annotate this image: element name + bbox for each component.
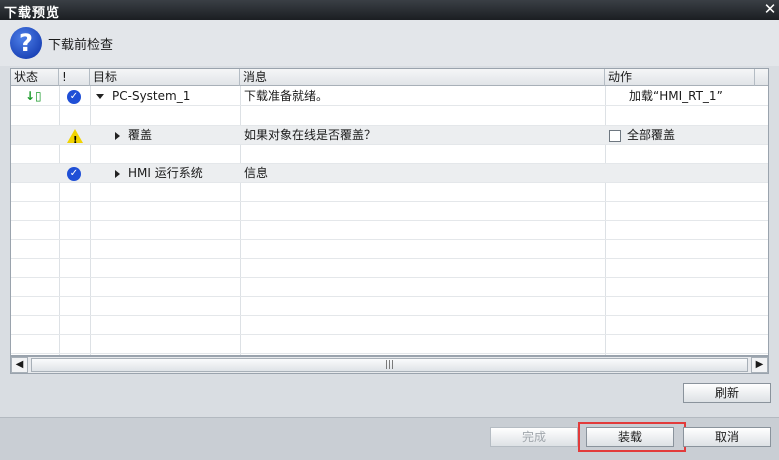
scroll-left-icon[interactable]: ◀ (11, 357, 28, 373)
column-header-alert[interactable]: ! (59, 69, 90, 86)
chevron-down-icon[interactable] (96, 94, 104, 99)
chevron-right-icon[interactable] (115, 169, 120, 178)
title-bar: 下载预览 ✕ (0, 0, 779, 21)
scrollbar-thumb[interactable]: ||| (31, 358, 748, 372)
column-header-action[interactable]: 动作 (605, 69, 755, 86)
empty-row (11, 278, 768, 297)
download-status-icon: ↓▯ (25, 89, 42, 103)
window-title: 下载预览 (4, 6, 61, 21)
message-cell: 信息 (244, 166, 269, 180)
table-row (11, 107, 768, 126)
check-warning-icon: ✓ (67, 87, 81, 106)
target-cell[interactable]: PC-System_1 (96, 87, 190, 106)
empty-row (11, 240, 768, 259)
cancel-button[interactable]: 取消 (683, 427, 771, 447)
download-preview-table: 状态 ! 目标 消息 动作 ↓▯ ✓ PC-System_1 下载准备就绪。 加… (10, 68, 769, 356)
column-header-spacer (755, 69, 768, 86)
target-name: 覆盖 (128, 128, 153, 142)
column-header-target[interactable]: 目标 (90, 69, 240, 86)
close-icon[interactable]: ✕ (761, 0, 779, 20)
message-cell: 如果对象在线是否覆盖？ (244, 128, 377, 142)
table-row[interactable]: ↓▯ ✓ PC-System_1 下载准备就绪。 加载“HMI_RT_1” (11, 87, 768, 106)
target-cell[interactable]: 覆盖 (115, 126, 152, 145)
load-button-highlight (578, 422, 686, 452)
overwrite-all-checkbox[interactable] (609, 129, 621, 142)
column-header-status[interactable]: 状态 (11, 69, 59, 86)
table-row[interactable]: 覆盖 如果对象在线是否覆盖？ 全部覆盖 (11, 126, 768, 145)
empty-row (11, 297, 768, 316)
warning-icon (67, 126, 83, 145)
header-text: 下载前检查 (48, 38, 114, 53)
empty-row (11, 335, 768, 354)
chevron-right-icon[interactable] (115, 131, 120, 140)
table-row (11, 145, 768, 164)
scroll-right-icon[interactable]: ▶ (751, 357, 768, 373)
column-header-message[interactable]: 消息 (240, 69, 605, 86)
empty-row (11, 316, 768, 335)
empty-row (11, 221, 768, 240)
target-cell[interactable]: HMI 运行系统 (115, 164, 203, 183)
overwrite-all-label: 全部覆盖 (627, 128, 676, 142)
question-icon: ? (10, 27, 42, 59)
overwrite-all-option[interactable]: 全部覆盖 (609, 126, 675, 145)
message-cell: 下载准备就绪。 (244, 89, 329, 103)
target-name: PC-System_1 (112, 89, 191, 103)
empty-row (11, 202, 768, 221)
table-row[interactable]: ✓ HMI 运行系统 信息 (11, 164, 768, 183)
refresh-button[interactable]: 刷新 (683, 383, 771, 403)
target-name: HMI 运行系统 (128, 166, 203, 180)
check-icon: ✓ (67, 164, 81, 183)
finish-button[interactable]: 完成 (490, 427, 578, 447)
dialog-header (0, 20, 779, 66)
empty-row (11, 183, 768, 202)
action-cell[interactable]: 加载“HMI_RT_1” (629, 87, 723, 106)
empty-row (11, 259, 768, 278)
horizontal-scrollbar[interactable]: ◀ ||| ▶ (10, 356, 769, 374)
